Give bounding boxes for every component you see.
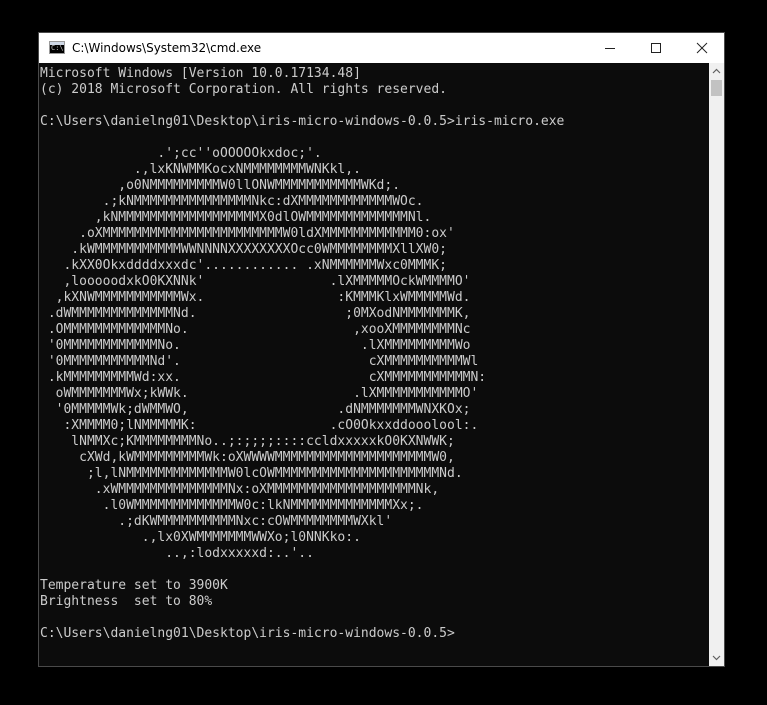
console-line: cXWd,kWMMMMMMMMMWk:oXWWWWMMMMMMMMMMMMMMM… <box>40 450 455 465</box>
close-icon <box>696 42 708 54</box>
console-lines: Microsoft Windows [Version 10.0.17134.48… <box>40 63 709 642</box>
console-line: ;l,lNMMMMMMMMMMMMMW0lcOWMMMMMMMMMMMMMMMM… <box>40 466 463 481</box>
console-line: .kXX0Okxddddxxxdc'............ .xNMMMMMM… <box>40 258 447 273</box>
console-line: Microsoft Windows [Version 10.0.17134.48… <box>40 66 361 81</box>
console-line: ,looooodxkO0KXNNk' .lXMMMMMOckWMMMMO' <box>40 274 471 289</box>
scroll-down-button[interactable] <box>709 650 724 666</box>
console-line: .,lxKNWMMKocxNMMMMMMMMWNKkl,. <box>40 162 361 177</box>
console-line: C:\Users\danielng01\Desktop\iris-micro-w… <box>40 114 565 129</box>
console-line: .xWMMMMMMMMMMMMMMNx:oXMMMMMMMMMMMMMMMMMM… <box>40 482 440 497</box>
console-line: .';cc''oOOOOOkxdoc;'. <box>40 146 322 161</box>
console-line: Brightness set to 80% <box>40 594 213 609</box>
console-line: oWMMMMMMMWx;kWWk. .lXMMMMMMMMMMMO' <box>40 386 479 401</box>
console-line: .l0WMMMMMMMMMMMMMW0c:lkNMMMMMMMMMMMMMXx;… <box>40 498 424 513</box>
console-line: .OMMMMMMMMMMMMMNo. ,xooXMMMMMMMMNc <box>40 322 471 337</box>
cmd-icon[interactable]: C:\ <box>49 41 65 54</box>
cmd-window: C:\ C:\Windows\System32\cmd.exe Microsof… <box>38 32 725 667</box>
console-line: .;dKWMMMMMMMMMMNxc:cOWMMMMMMMMWXkl' <box>40 514 393 529</box>
console-line: .;kNMMMMMMMMMMMMMMMNkc:dXMMMMMMMMMMMMWOc… <box>40 194 424 209</box>
maximize-button[interactable] <box>633 33 679 63</box>
minimize-icon <box>605 48 615 49</box>
console-line: ,kNMMMMMMMMMMMMMMMMMMX0dlOWMMMMMMMMMMMMM… <box>40 210 432 225</box>
window-title: C:\Windows\System32\cmd.exe <box>72 41 262 55</box>
title-bar[interactable]: C:\ C:\Windows\System32\cmd.exe <box>39 33 724 63</box>
console-line: .kWMMMMMMMMMMMWWNNNNXXXXXXXXOcc0WMMMMMMM… <box>40 242 447 257</box>
minimize-button[interactable] <box>587 33 633 63</box>
console-line: .oXMMMMMMMMMMMMMMMMMMMMMMMW0ldXMMMMMMMMM… <box>40 226 455 241</box>
cmd-icon-text: C:\ <box>51 44 64 52</box>
scroll-thumb[interactable] <box>711 80 722 96</box>
maximize-icon <box>651 43 661 53</box>
console-line: ,o0NMMMMMMMMMW0llONWMMMMMMMMMMMWKd;. <box>40 178 401 193</box>
console-line: ,kXNWMMMMMMMMMMMWx. :KMMMKlxWMMMMMWd. <box>40 290 471 305</box>
scroll-up-button[interactable] <box>709 63 724 79</box>
close-button[interactable] <box>679 33 725 63</box>
console-line: '0MMMMMMMMMMMMNo. .lXMMMMMMMMMWo <box>40 338 471 353</box>
console-line: :XMMMM0;lNMMMMMK: .cO0Okxxddooolool:. <box>40 418 479 433</box>
console-line: C:\Users\danielng01\Desktop\iris-micro-w… <box>40 626 455 641</box>
console-line: Temperature set to 3900K <box>40 578 228 593</box>
console-line: (c) 2018 Microsoft Corporation. All righ… <box>40 82 447 97</box>
console-line: .kMMMMMMMMMWd:xx. cXMMMMMMMMMMMN: <box>40 370 487 385</box>
scroll-up-arrow-icon <box>712 68 721 74</box>
console-line: lNMMXc;KMMMMMMMMNo..;:;;;;::::ccldxxxxxk… <box>40 434 455 449</box>
console-line: ..,:lodxxxxxd:..'.. <box>40 546 314 561</box>
vertical-scrollbar[interactable] <box>709 63 724 666</box>
scroll-down-arrow-icon <box>712 655 721 661</box>
console-line: .dWMMMMMMMMMMMMMNd. ;0MXodNMMMMMMMK, <box>40 306 471 321</box>
console-line: .,lx0XWMMMMMMMWWXo;l0NNKko:. <box>40 530 361 545</box>
console-line: '0MMMMMMMMMMMNd'. cXMMMMMMMMMMWl <box>40 354 479 369</box>
console-line: '0MMMMMWk;dWMMWO, .dNMMMMMMMWNXKOx; <box>40 402 471 417</box>
console-output[interactable]: Microsoft Windows [Version 10.0.17134.48… <box>40 63 709 666</box>
